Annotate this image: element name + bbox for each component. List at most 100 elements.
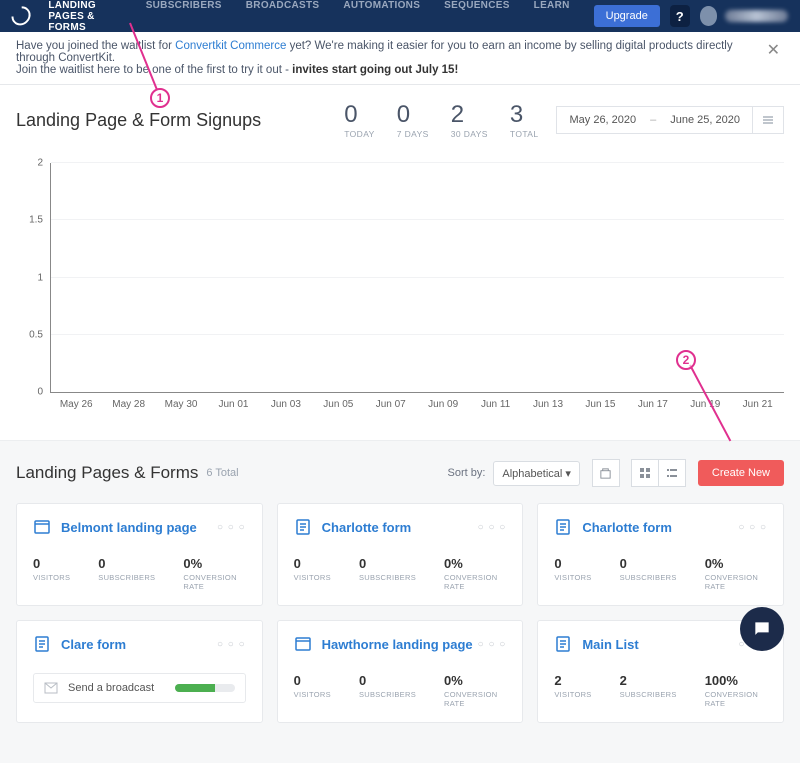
nav-item[interactable]: AUTOMATIONS [343, 0, 420, 33]
card-menu-icon[interactable]: ○ ○ ○ [738, 522, 767, 533]
stat-label: CONVERSION RATE [444, 690, 506, 708]
y-tick-label: 0.5 [29, 329, 51, 340]
form-card[interactable]: Charlotte form○ ○ ○0VISITORS0SUBSCRIBERS… [277, 503, 524, 606]
form-card[interactable]: Clare form ○ ○ ○ Send a broadcast [16, 620, 263, 723]
nav-item[interactable]: LANDING PAGES & FORMS [48, 0, 121, 33]
date-to: June 25, 2020 [670, 114, 740, 126]
x-tick-label: Jun 13 [522, 399, 574, 410]
stat-value: 0 [620, 556, 677, 571]
card-title[interactable]: Charlotte form [322, 520, 412, 535]
metric-label: 7 DAYS [397, 129, 429, 139]
card-menu-icon[interactable]: ○ ○ ○ [217, 639, 246, 650]
progress-bar [175, 684, 235, 692]
metric-label: TOTAL [510, 129, 539, 139]
date-separator: – [650, 114, 656, 126]
stat-value: 0 [294, 556, 331, 571]
stat-label: CONVERSION RATE [444, 573, 506, 591]
metric-value: 2 [451, 101, 488, 129]
form-card[interactable]: Hawthorne landing page○ ○ ○0VISITORS0SUB… [277, 620, 524, 723]
broadcast-icon [44, 682, 58, 694]
metric-value: 0 [344, 101, 375, 129]
card-menu-icon[interactable]: ○ ○ ○ [478, 522, 507, 533]
stat-value: 100% [705, 673, 767, 688]
form-icon [554, 518, 572, 536]
logo-icon [8, 2, 35, 29]
page-icon [294, 635, 312, 653]
stat-label: CONVERSION RATE [705, 573, 767, 591]
stat-value: 0 [554, 556, 591, 571]
stat-label: SUBSCRIBERS [620, 690, 677, 699]
stat-value: 0% [444, 556, 506, 571]
card-title[interactable]: Main List [582, 637, 638, 652]
x-tick-label: Jun 03 [260, 399, 312, 410]
stat-value: 0% [444, 673, 506, 688]
metric-value: 3 [510, 101, 539, 129]
broadcast-box[interactable]: Send a broadcast [33, 673, 246, 703]
create-new-button[interactable]: Create New [698, 460, 784, 486]
sort-label: Sort by: [447, 467, 485, 479]
stat-label: VISITORS [294, 573, 331, 582]
stat-value: 0 [359, 556, 416, 571]
banner-link[interactable]: Convertkit Commerce [175, 40, 286, 52]
archive-icon[interactable] [592, 459, 620, 487]
close-icon[interactable]: ✕ [763, 40, 784, 60]
form-icon [33, 635, 51, 653]
stat-label: SUBSCRIBERS [620, 573, 677, 582]
stat-value: 2 [620, 673, 677, 688]
list-title: Landing Pages & Forms [16, 463, 198, 483]
help-button[interactable]: ? [670, 5, 690, 27]
nav-item[interactable]: BROADCASTS [246, 0, 320, 33]
page-title: Landing Page & Form Signups [16, 110, 261, 131]
x-tick-label: May 28 [102, 399, 154, 410]
top-nav: LANDING PAGES & FORMS SUBSCRIBERS BROADCAS… [0, 0, 800, 32]
x-tick-label: Jun 05 [312, 399, 364, 410]
date-range-picker[interactable]: May 26, 2020 – June 25, 2020 [556, 106, 753, 134]
metric-value: 0 [397, 101, 429, 129]
x-tick-label: Jun 15 [574, 399, 626, 410]
stat-value: 0 [33, 556, 70, 571]
sort-select[interactable]: Alphabetical ▾ [493, 461, 580, 486]
form-card[interactable]: Charlotte form ○ ○ ○ 0 VISITORS 0 SUBSCRIBERS… [537, 503, 784, 606]
x-tick-label: Jun 09 [417, 399, 469, 410]
y-tick-label: 1.5 [29, 215, 51, 226]
card-title[interactable]: Charlotte form [582, 520, 672, 535]
stat-value: 2 [554, 673, 591, 688]
banner-text: Join the waitlist here to be one of the … [16, 64, 292, 76]
list-count: 6 Total [206, 467, 238, 479]
nav-item[interactable]: LEARN [534, 0, 570, 33]
stat-label: CONVERSION RATE [705, 690, 767, 708]
metric-label: TODAY [344, 129, 375, 139]
x-tick-label: Jun 21 [731, 399, 783, 410]
announcement-banner: Have you joined the waitlist for Convert… [0, 32, 800, 85]
grid-view-icon[interactable] [631, 459, 659, 487]
stat-label: VISITORS [554, 690, 591, 699]
y-tick-label: 0 [37, 387, 51, 398]
date-from: May 26, 2020 [569, 114, 636, 126]
summary-metric: 230 DAYS [451, 101, 488, 139]
card-menu-icon[interactable]: ○ ○ ○ [217, 522, 246, 533]
settings-icon[interactable] [753, 106, 784, 134]
x-tick-label: Jun 07 [365, 399, 417, 410]
summary-metric: 0TODAY [344, 101, 375, 139]
nav-item[interactable]: SUBSCRIBERS [146, 0, 222, 33]
stat-label: SUBSCRIBERS [359, 690, 416, 699]
chart-area: 00.511.52 May 26May 28May 30Jun 01Jun 03… [0, 139, 800, 418]
card-menu-icon[interactable]: ○ ○ ○ [478, 639, 507, 650]
list-view-icon[interactable] [658, 459, 686, 487]
card-title[interactable]: Belmont landing page [61, 520, 197, 535]
stat-value: 0% [183, 556, 245, 571]
stat-value: 0 [294, 673, 331, 688]
broadcast-text: Send a broadcast [68, 682, 165, 694]
chat-launcher[interactable] [740, 607, 784, 651]
card-title[interactable]: Clare form [61, 637, 126, 652]
y-tick-label: 1 [37, 272, 51, 283]
x-tick-label: Jun 11 [469, 399, 521, 410]
nav-item[interactable]: SEQUENCES [444, 0, 510, 33]
avatar[interactable] [700, 6, 718, 26]
stat-label: VISITORS [554, 573, 591, 582]
x-tick-label: May 26 [50, 399, 102, 410]
upgrade-button[interactable]: Upgrade [594, 5, 660, 27]
card-title[interactable]: Hawthorne landing page [322, 637, 473, 652]
form-card[interactable]: Belmont landing page○ ○ ○0VISITORS0SUBSC… [16, 503, 263, 606]
x-tick-label: Jun 01 [207, 399, 259, 410]
